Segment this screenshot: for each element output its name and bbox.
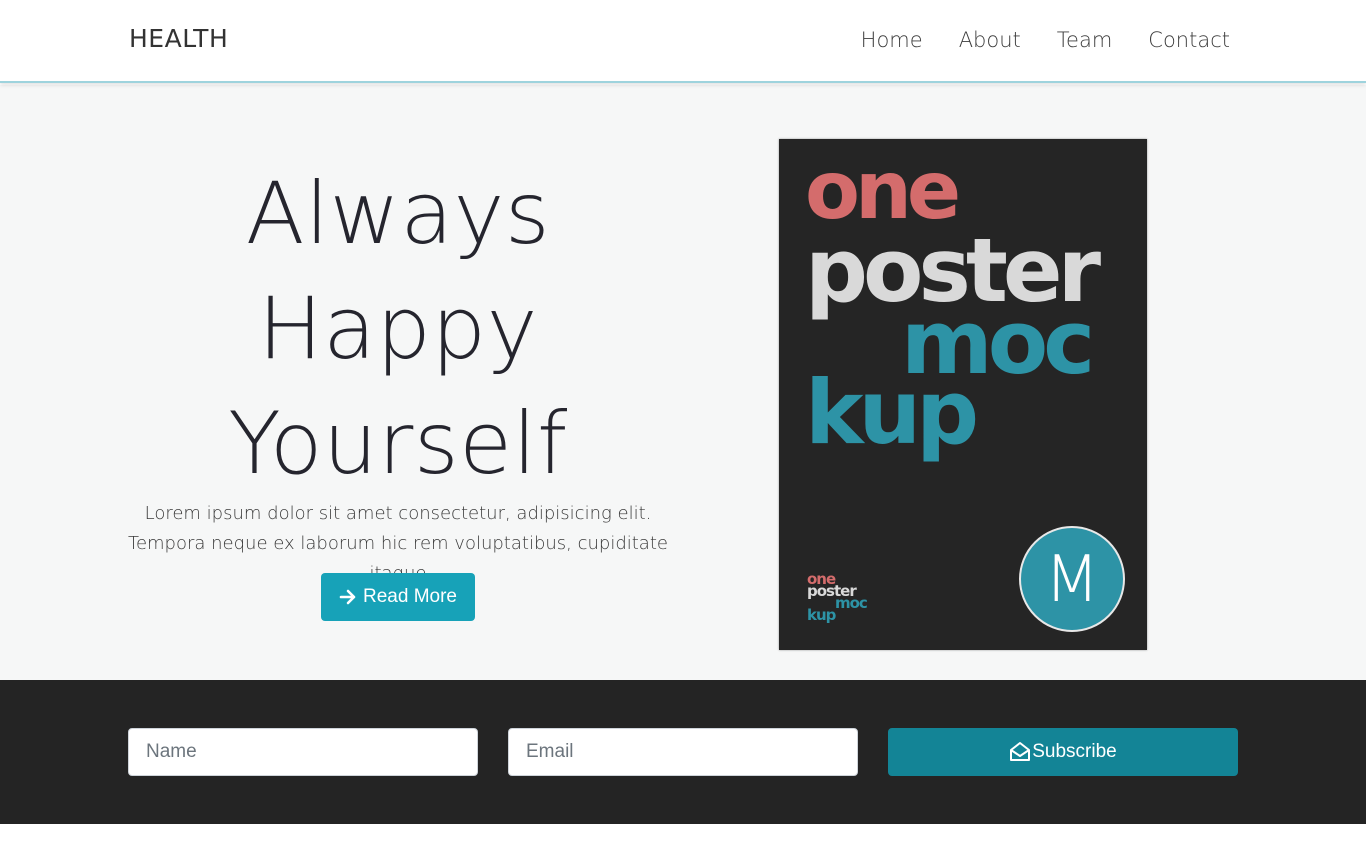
poster-small-logo-moc: moc — [835, 594, 868, 612]
name-input[interactable] — [128, 728, 478, 776]
hero-title-line: Yourself — [228, 394, 568, 494]
envelope-open-icon — [1009, 741, 1031, 763]
subscribe-button[interactable]: Subscribe — [888, 728, 1238, 776]
nav-link-team[interactable]: Team — [1057, 28, 1113, 52]
nav-link-about[interactable]: About — [959, 28, 1021, 52]
email-input[interactable] — [508, 728, 858, 776]
poster-m-badge: M — [1019, 526, 1125, 632]
subscribe-section: Subscribe — [0, 680, 1366, 824]
poster-word-kup: kup — [805, 361, 979, 464]
arrow-right-icon — [339, 588, 357, 606]
nav-link-home[interactable]: Home — [861, 28, 923, 52]
brand-logo[interactable]: HEALTH — [129, 24, 228, 53]
hero-title-line: Always — [245, 164, 551, 264]
read-more-button[interactable]: Read More — [321, 573, 475, 621]
navbar: HEALTH Home About Team Contact — [0, 0, 1366, 83]
nav-links: Home About Team Contact — [825, 28, 1230, 52]
hero-title: Always Happy Yourself — [129, 157, 667, 502]
read-more-label: Read More — [363, 586, 457, 607]
poster-mockup-image: one poster moc kup one poster moc kup M — [779, 139, 1147, 650]
subscribe-label: Subscribe — [1032, 741, 1117, 762]
hero-section: Always Happy Yourself Lorem ipsum dolor … — [0, 85, 1366, 680]
hero-title-line: Happy — [258, 279, 538, 379]
nav-link-contact[interactable]: Contact — [1148, 28, 1230, 52]
poster-small-logo-kup: kup — [807, 606, 836, 624]
